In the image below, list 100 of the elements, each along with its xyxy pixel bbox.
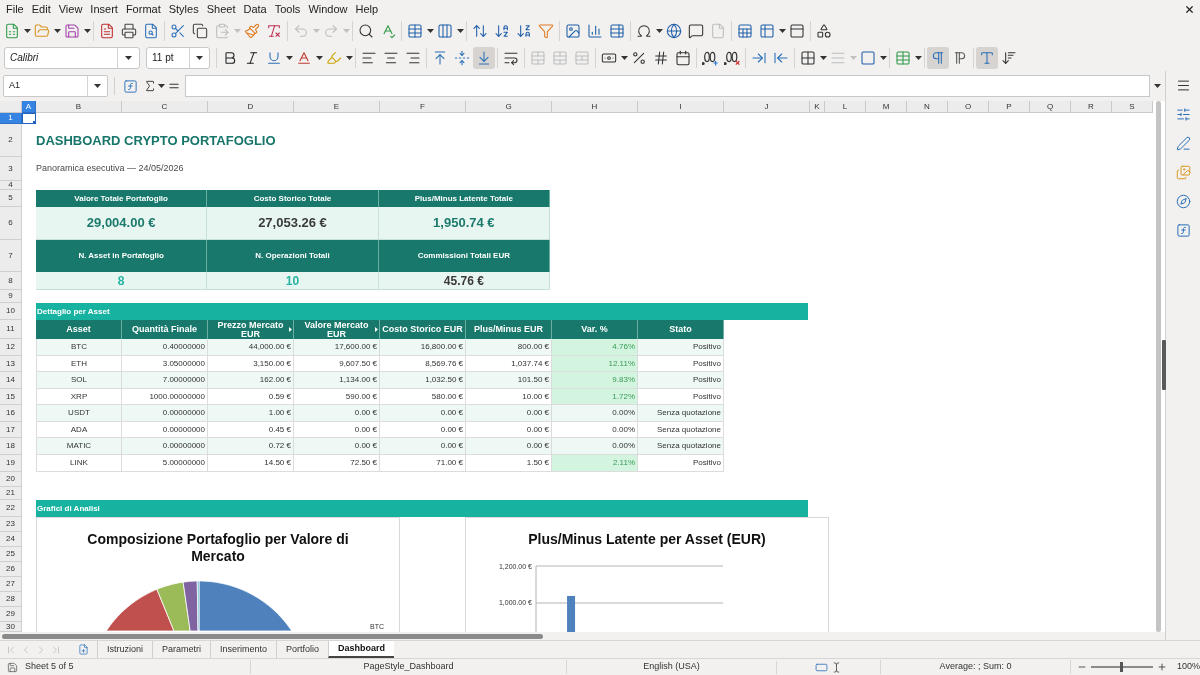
- sort-ascending-icon[interactable]: [494, 23, 510, 39]
- function-icon[interactable]: [123, 78, 138, 94]
- table-icon[interactable]: [407, 23, 423, 39]
- sort-descending-icon[interactable]: [516, 23, 532, 39]
- font-size-combobox[interactable]: 11 pt: [146, 46, 210, 69]
- caret-icon[interactable]: [620, 55, 628, 60]
- caret-icon[interactable]: [196, 55, 203, 60]
- column-header[interactable]: N: [907, 101, 948, 113]
- row-header[interactable]: 6: [0, 207, 22, 240]
- row-header[interactable]: 29: [0, 607, 22, 622]
- row-header[interactable]: 23: [0, 517, 22, 532]
- document-icon[interactable]: [99, 23, 115, 39]
- caret-icon[interactable]: [125, 55, 132, 60]
- row-header[interactable]: 1: [0, 113, 22, 124]
- column-header[interactable]: R: [1071, 101, 1112, 113]
- row-header[interactable]: 12: [0, 339, 22, 356]
- spellcheck-icon[interactable]: [380, 23, 396, 39]
- caret-icon[interactable]: [94, 84, 101, 88]
- sheet-tab[interactable]: Istruzioni: [97, 641, 152, 658]
- sidebar-grip[interactable]: [1162, 340, 1166, 390]
- name-box[interactable]: A1: [3, 75, 108, 97]
- paintbrush-icon[interactable]: [244, 23, 260, 39]
- caret-icon[interactable]: [655, 29, 663, 33]
- vertical-scrollbar-thumb[interactable]: [1155, 101, 1161, 632]
- menu-item[interactable]: Data: [239, 2, 271, 16]
- column-header[interactable]: H: [552, 101, 638, 113]
- bold-icon[interactable]: [222, 49, 238, 66]
- font-name-combobox[interactable]: Calibri: [4, 46, 140, 69]
- row-header[interactable]: 25: [0, 547, 22, 562]
- sheet-tab[interactable]: Parametri: [152, 641, 211, 658]
- row-header[interactable]: 30: [0, 622, 22, 632]
- column-header[interactable]: J: [724, 101, 810, 113]
- close-icon[interactable]: [1184, 3, 1195, 15]
- row-header[interactable]: 15: [0, 389, 22, 405]
- column-header[interactable]: P: [989, 101, 1030, 113]
- sheet-tab[interactable]: Inserimento: [210, 641, 277, 658]
- grid-table-icon[interactable]: [759, 23, 775, 39]
- row-header[interactable]: 22: [0, 500, 22, 517]
- column-header[interactable]: G: [466, 101, 552, 113]
- sheet-tab[interactable]: Dashboard: [328, 641, 395, 658]
- window-icon[interactable]: [789, 23, 805, 39]
- letter-t-cross-icon[interactable]: [266, 23, 282, 39]
- image-icon[interactable]: [565, 23, 581, 39]
- percent-icon[interactable]: [631, 49, 647, 66]
- column-header[interactable]: C: [122, 101, 208, 113]
- plus-icon[interactable]: [1157, 662, 1167, 672]
- bar-chart-icon[interactable]: [587, 23, 603, 39]
- calendar-icon[interactable]: [675, 49, 691, 66]
- menu-item[interactable]: Insert: [86, 2, 122, 16]
- row-header[interactable]: 21: [0, 487, 22, 500]
- row-header[interactable]: 11: [0, 320, 22, 339]
- row-header[interactable]: 7: [0, 240, 22, 272]
- text-cursor-icon[interactable]: [831, 661, 842, 673]
- menu-item[interactable]: File: [2, 2, 28, 16]
- menu-item[interactable]: Edit: [27, 2, 55, 16]
- caret-icon[interactable]: [83, 29, 91, 33]
- formula-input[interactable]: [185, 75, 1150, 97]
- arrow-up-to-line-icon[interactable]: [432, 49, 448, 66]
- column-header[interactable]: D: [208, 101, 294, 113]
- row-header[interactable]: 17: [0, 422, 22, 438]
- row-header[interactable]: 3: [0, 157, 22, 181]
- menu-item[interactable]: Format: [121, 2, 165, 16]
- column-header[interactable]: B: [36, 101, 122, 113]
- search-icon[interactable]: [358, 23, 374, 39]
- row-header[interactable]: 16: [0, 405, 22, 422]
- caret-icon[interactable]: [23, 29, 31, 33]
- column-header[interactable]: L: [825, 101, 866, 113]
- menu-item[interactable]: Sheet: [202, 2, 240, 16]
- row-header[interactable]: 27: [0, 577, 22, 592]
- menu-icon[interactable]: [1175, 78, 1191, 93]
- menu-item[interactable]: Help: [351, 2, 383, 16]
- caret-icon[interactable]: [285, 55, 293, 60]
- decimal-plus-icon[interactable]: [702, 49, 718, 66]
- pen-icon[interactable]: [1175, 136, 1191, 151]
- globe-icon[interactable]: [666, 23, 682, 39]
- caret-icon[interactable]: [1154, 84, 1161, 88]
- sort-arrows-icon[interactable]: [472, 23, 488, 39]
- row-header[interactable]: 18: [0, 438, 22, 455]
- row-header[interactable]: 5: [0, 190, 22, 207]
- scissors-icon[interactable]: [170, 23, 186, 39]
- column-header[interactable]: I: [638, 101, 724, 113]
- caret-icon[interactable]: [315, 55, 323, 60]
- row-header[interactable]: 9: [0, 290, 22, 303]
- zoom-slider-thumb[interactable]: [1120, 662, 1124, 672]
- row-header[interactable]: 19: [0, 455, 22, 472]
- row-header[interactable]: 26: [0, 562, 22, 577]
- document-search-icon[interactable]: [143, 23, 159, 39]
- compass-icon[interactable]: [1175, 194, 1191, 209]
- horizontal-scrollbar-thumb[interactable]: [2, 633, 543, 639]
- menu-item[interactable]: Window: [304, 2, 352, 16]
- shapes-icon[interactable]: [816, 23, 832, 39]
- menu-item[interactable]: Styles: [164, 2, 203, 16]
- funnel-icon[interactable]: [538, 23, 554, 39]
- arrow-down-lines-icon[interactable]: [1001, 49, 1017, 66]
- speech-bubble-icon[interactable]: [688, 23, 704, 39]
- sliders-icon[interactable]: [1175, 107, 1191, 122]
- table-rows-icon[interactable]: [609, 23, 625, 39]
- row-header[interactable]: 10: [0, 303, 22, 320]
- menu-item[interactable]: View: [54, 2, 87, 16]
- row-header[interactable]: 24: [0, 532, 22, 547]
